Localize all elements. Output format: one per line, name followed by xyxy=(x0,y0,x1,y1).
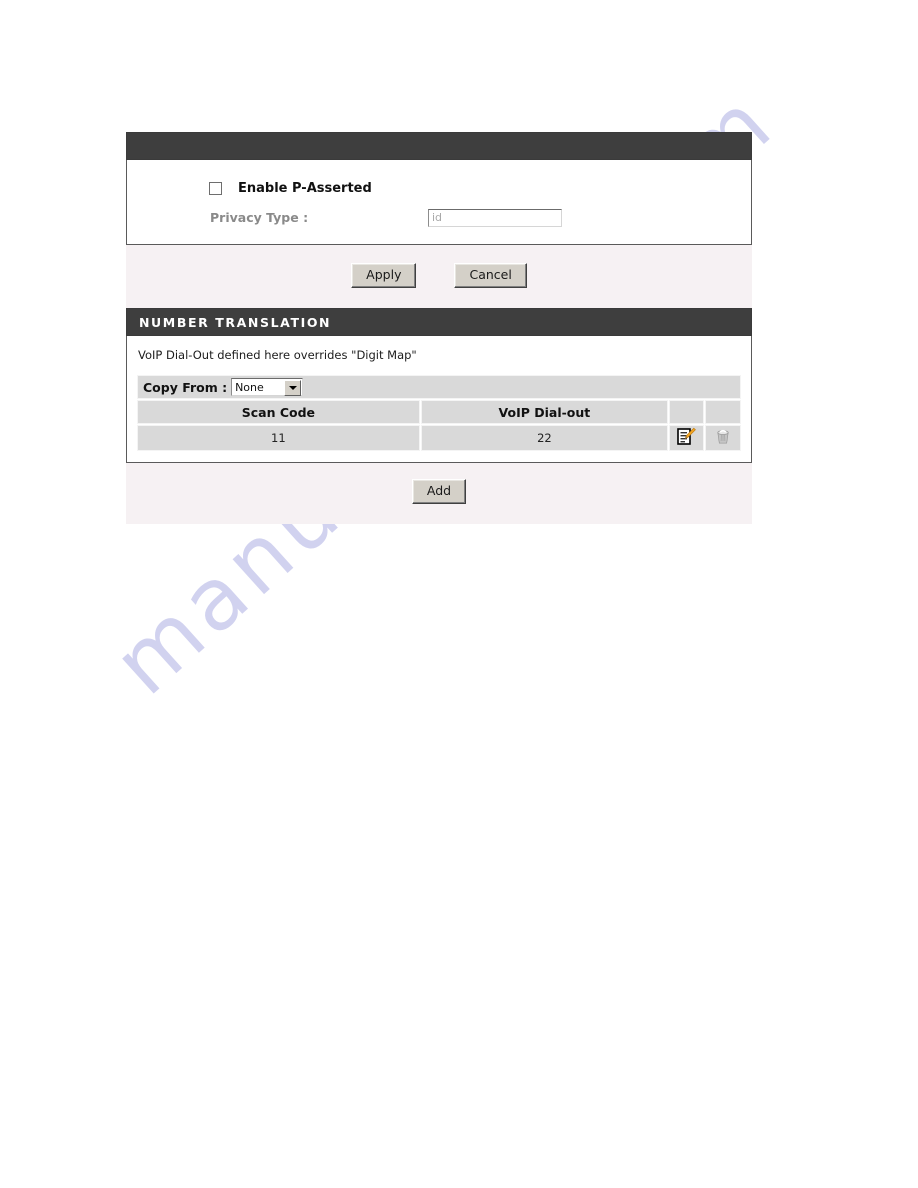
trash-icon[interactable] xyxy=(713,426,733,446)
privacy-type-row: Privacy Type : xyxy=(127,203,751,232)
number-translation-table: Copy From : None Scan Code VoIP Dial-out xyxy=(136,374,742,452)
cancel-button[interactable]: Cancel xyxy=(454,263,527,288)
column-header-voip-dial-out: VoIP Dial-out xyxy=(420,400,669,424)
edit-note-icon[interactable] xyxy=(677,426,697,446)
copy-from-cell: Copy From : None xyxy=(137,375,741,399)
privacy-type-label: Privacy Type : xyxy=(210,210,309,225)
cell-voip-dial-out: 22 xyxy=(420,425,669,451)
enable-p-asserted-row: Enable P-Asserted xyxy=(127,174,751,203)
table-header-row: Scan Code VoIP Dial-out xyxy=(137,400,741,424)
copy-from-selected-value: None xyxy=(235,380,264,394)
add-button[interactable]: Add xyxy=(411,478,467,504)
privacy-type-input[interactable] xyxy=(428,208,562,227)
apply-cancel-bar: Apply Cancel xyxy=(126,245,752,308)
column-header-delete xyxy=(705,400,741,424)
number-translation-header: NUMBER TRANSLATION xyxy=(126,308,752,336)
number-translation-note: VoIP Dial-Out defined here overrides "Di… xyxy=(138,348,417,362)
column-header-edit xyxy=(669,400,705,424)
cell-scan-code: 11 xyxy=(137,425,420,451)
p-asserted-section-header xyxy=(126,132,752,160)
copy-from-select[interactable]: None xyxy=(231,378,304,396)
copy-from-row: Copy From : None xyxy=(137,375,741,399)
add-bar: Add xyxy=(126,462,752,524)
copy-from-label: Copy From : xyxy=(143,379,228,395)
apply-button[interactable]: Apply xyxy=(351,263,417,288)
cell-delete-action[interactable] xyxy=(705,425,741,451)
chevron-down-icon[interactable] xyxy=(284,380,302,396)
enable-p-asserted-label: Enable P-Asserted xyxy=(238,181,372,196)
table-row: 11 22 xyxy=(137,425,741,451)
settings-panel: Enable P-Asserted Privacy Type : Apply C… xyxy=(126,132,752,524)
p-asserted-form: Enable P-Asserted Privacy Type : xyxy=(126,160,752,245)
number-translation-title: NUMBER TRANSLATION xyxy=(139,314,332,330)
enable-p-asserted-checkbox[interactable] xyxy=(209,182,222,195)
cell-edit-action[interactable] xyxy=(669,425,705,451)
column-header-scan-code: Scan Code xyxy=(137,400,420,424)
number-translation-content: VoIP Dial-Out defined here overrides "Di… xyxy=(126,336,752,463)
